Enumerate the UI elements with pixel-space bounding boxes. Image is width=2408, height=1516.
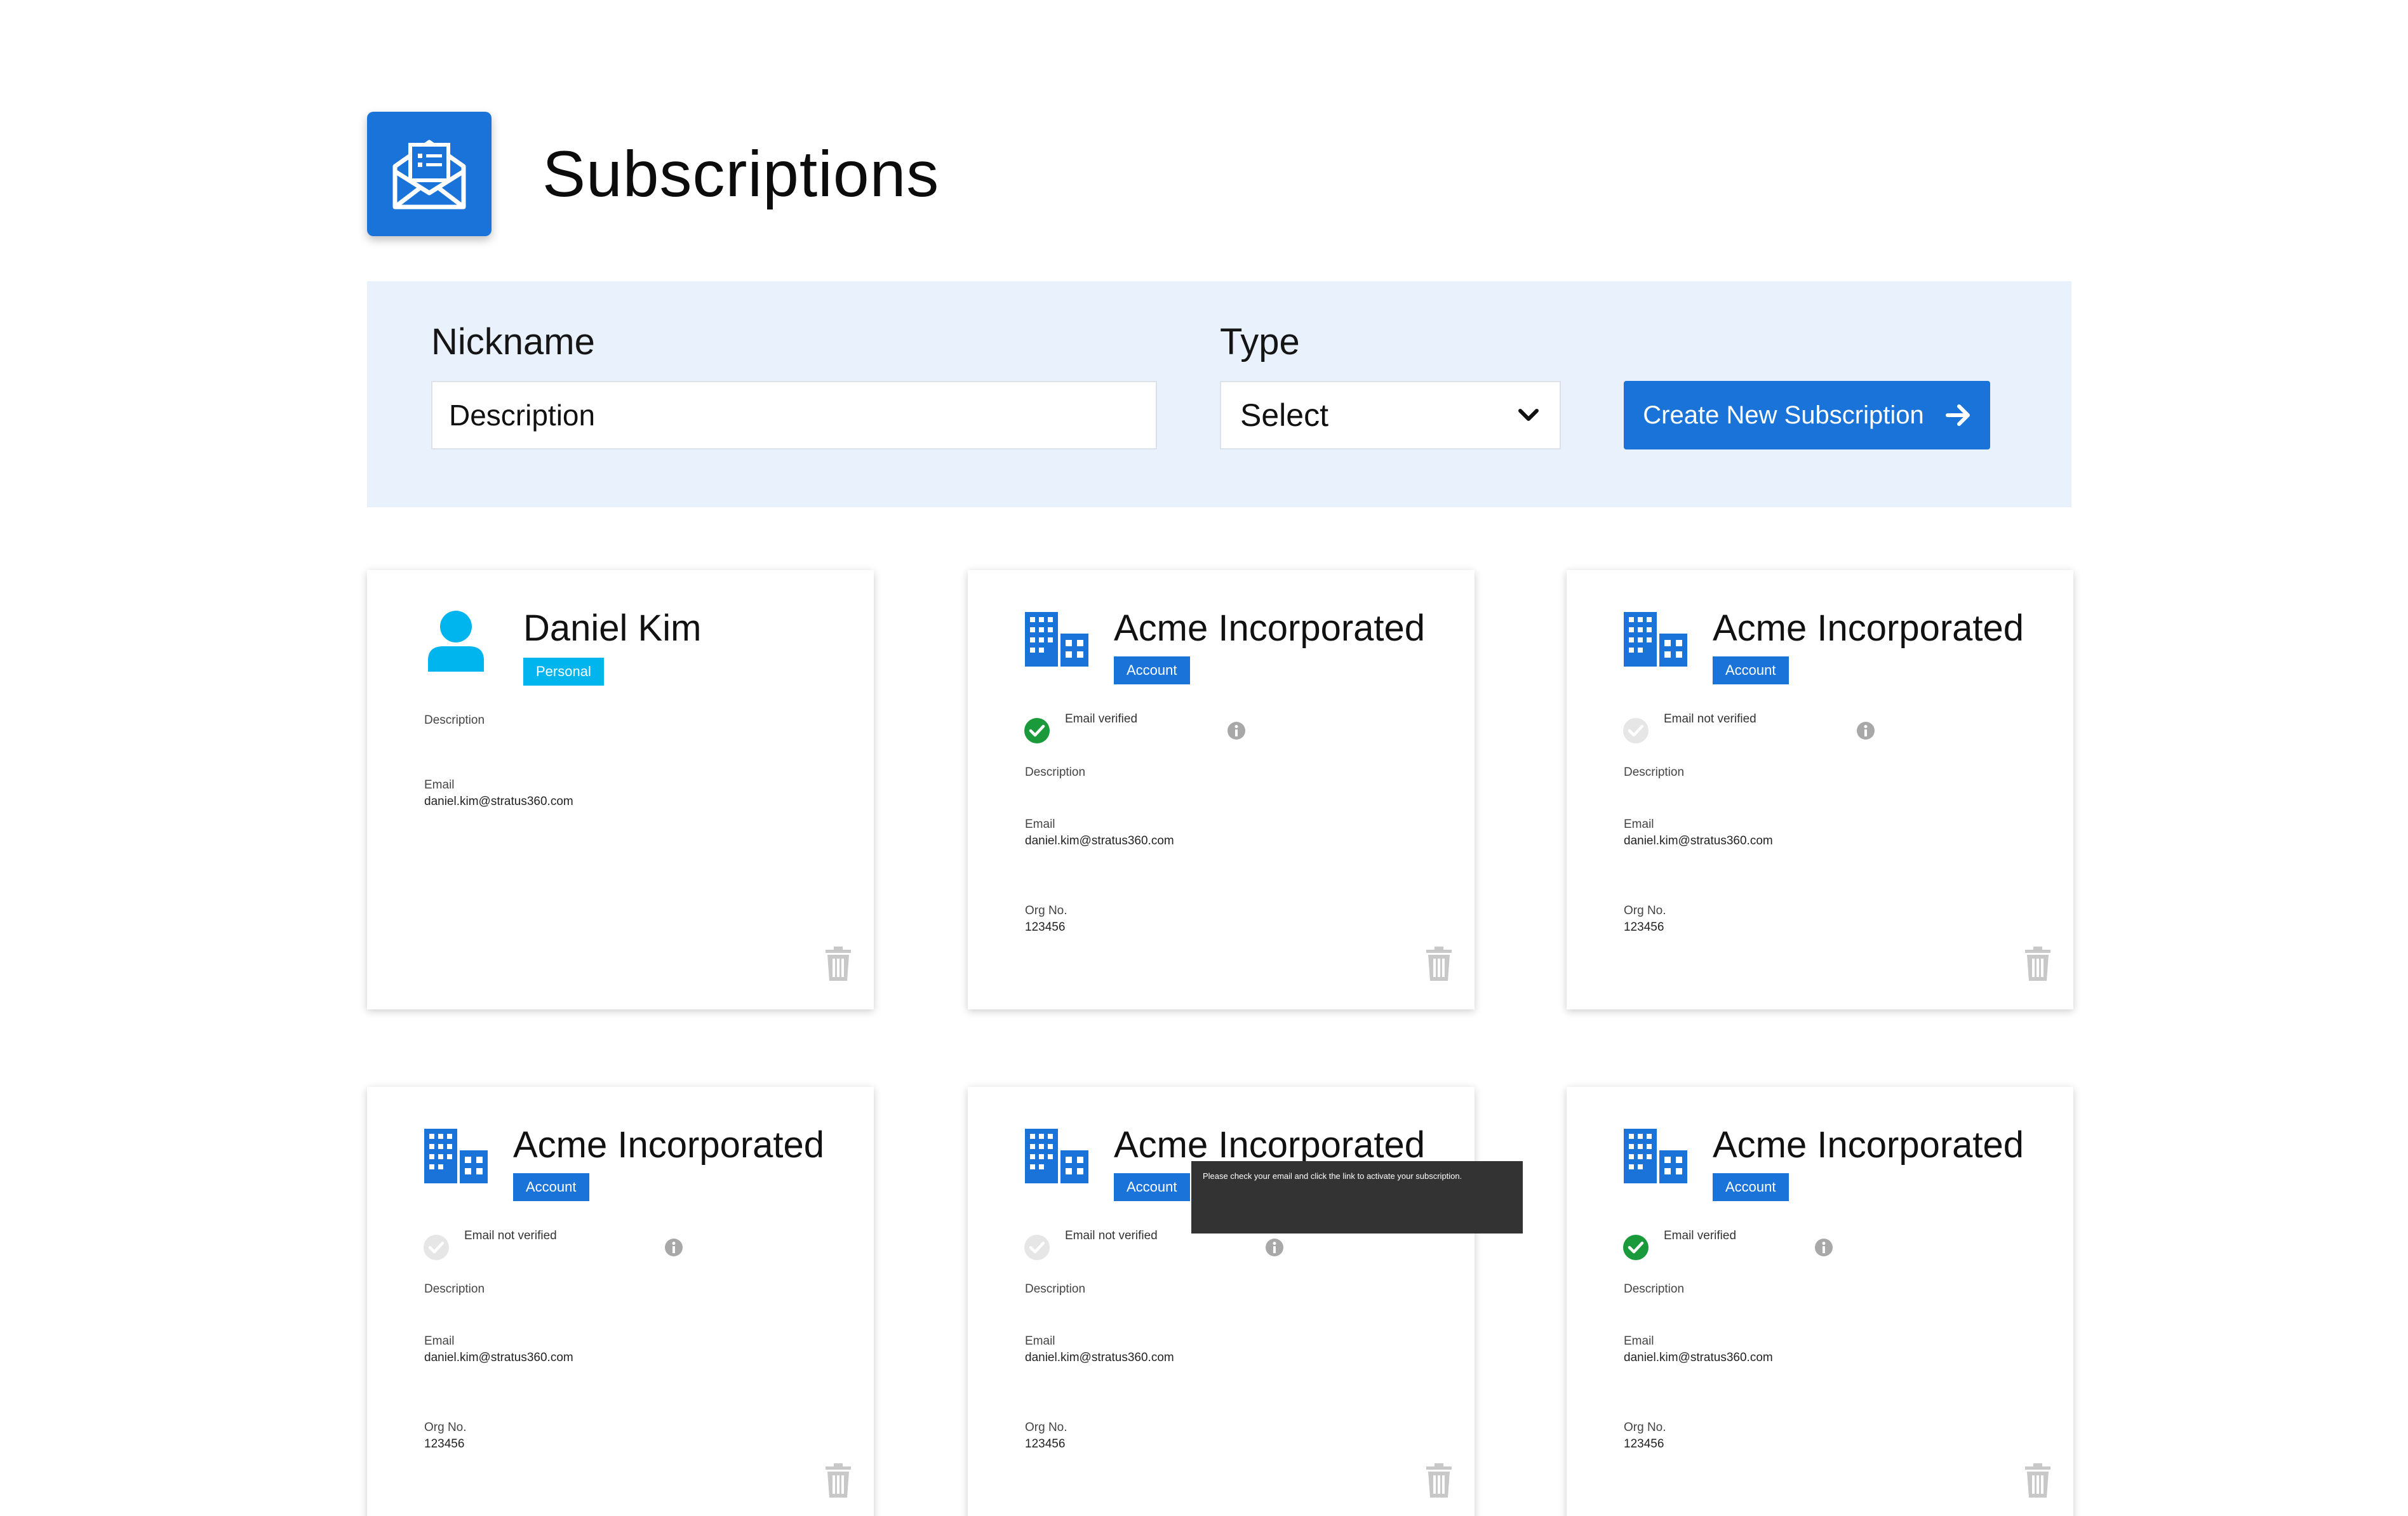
nickname-label: Nickname (431, 321, 595, 362)
type-select[interactable]: Select (1220, 381, 1561, 449)
building-icon (1025, 612, 1088, 667)
verification-status: Email not verified (464, 1229, 557, 1242)
info-icon[interactable] (1856, 721, 1875, 740)
badge-account: Account (1114, 1173, 1190, 1201)
type-select-value: Select (1240, 397, 1328, 433)
card-email-label: Email (1624, 1334, 1654, 1348)
trash-icon[interactable] (824, 946, 852, 981)
card-email-label: Email (424, 778, 455, 792)
card-title: Acme Incorporated (1713, 1124, 2024, 1166)
card-title: Daniel Kim (523, 608, 702, 649)
info-icon[interactable] (1265, 1238, 1284, 1257)
card-title: Acme Incorporated (1114, 608, 1426, 649)
card-title: Acme Incorporated (1713, 608, 2024, 649)
arrow-right-icon (1945, 404, 1970, 426)
check-circle-outline-icon (1024, 1235, 1050, 1260)
nickname-input[interactable] (431, 381, 1157, 449)
card-email-label: Email (1025, 1334, 1055, 1348)
subscription-form: Nickname Type Select Create New Subscrip… (367, 281, 2071, 507)
card-description: Description (1624, 766, 1685, 779)
badge-account: Account (1114, 656, 1190, 684)
subscription-card-account[interactable]: Acme Incorporated Account Email verified… (968, 570, 1475, 1009)
tooltip-text: Please check your email and click the li… (1203, 1171, 1462, 1181)
building-icon (1624, 612, 1687, 667)
card-org-label: Org No. (1025, 904, 1067, 917)
card-org-label: Org No. (1624, 1421, 1666, 1434)
verification-tooltip: Please check your email and click the li… (1191, 1161, 1523, 1233)
card-email: daniel.kim@stratus360.com (1624, 834, 1773, 848)
card-org-label: Org No. (1025, 1421, 1067, 1434)
subscription-card-personal[interactable]: Daniel Kim Personal Description Email da… (367, 570, 874, 1009)
card-email-label: Email (424, 1334, 455, 1348)
check-circle-outline-icon (424, 1235, 449, 1260)
create-subscription-label: Create New Subscription (1643, 401, 1924, 429)
building-icon (1025, 1129, 1088, 1183)
page-header: Subscriptions (367, 112, 939, 236)
verification-status: Email verified (1065, 712, 1138, 726)
verification-status: Email verified (1664, 1229, 1737, 1242)
info-icon[interactable] (1227, 721, 1246, 740)
type-label: Type (1220, 321, 1300, 362)
card-description: Description (424, 714, 485, 727)
person-icon (428, 611, 484, 672)
card-email: daniel.kim@stratus360.com (1025, 1351, 1174, 1364)
trash-icon[interactable] (824, 1463, 852, 1498)
trash-icon[interactable] (2024, 1463, 2052, 1498)
verification-status: Email not verified (1065, 1229, 1158, 1242)
info-icon[interactable] (664, 1238, 683, 1257)
subscription-card-account[interactable]: Acme Incorporated Account Email not veri… (968, 1087, 1475, 1516)
check-circle-outline-icon (1623, 718, 1649, 743)
badge-account: Account (1713, 1173, 1789, 1201)
card-email: daniel.kim@stratus360.com (1624, 1351, 1773, 1364)
card-org-number: 123456 (1624, 1437, 1664, 1451)
trash-icon[interactable] (1425, 1463, 1453, 1498)
card-title: Acme Incorporated (1114, 1124, 1426, 1166)
page-title: Subscriptions (542, 137, 940, 210)
envelope-open-icon (367, 112, 492, 236)
card-org-label: Org No. (424, 1421, 467, 1434)
card-org-label: Org No. (1624, 904, 1666, 917)
card-org-number: 123456 (424, 1437, 465, 1451)
check-circle-icon (1024, 718, 1050, 743)
card-org-number: 123456 (1025, 1437, 1066, 1451)
card-description: Description (1025, 1282, 1086, 1296)
subscription-card-account[interactable]: Acme Incorporated Account Email not veri… (1567, 570, 2073, 1009)
card-org-number: 123456 (1624, 921, 1664, 934)
badge-personal: Personal (523, 658, 604, 686)
card-email-label: Email (1624, 818, 1654, 831)
card-title: Acme Incorporated (513, 1124, 825, 1166)
card-description: Description (424, 1282, 485, 1296)
card-org-number: 123456 (1025, 921, 1066, 934)
card-description: Description (1025, 766, 1086, 779)
card-email: daniel.kim@stratus360.com (1025, 834, 1174, 848)
chevron-down-icon (1518, 409, 1539, 421)
card-description: Description (1624, 1282, 1685, 1296)
tooltip-arrow (1276, 1225, 1294, 1233)
create-subscription-button[interactable]: Create New Subscription (1624, 381, 1990, 449)
badge-account: Account (1713, 656, 1789, 684)
trash-icon[interactable] (2024, 946, 2052, 981)
subscription-card-account[interactable]: Acme Incorporated Account Email verified… (1567, 1087, 2073, 1516)
card-email-label: Email (1025, 818, 1055, 831)
badge-account: Account (513, 1173, 589, 1201)
building-icon (424, 1129, 488, 1183)
card-email: daniel.kim@stratus360.com (424, 1351, 573, 1364)
card-email: daniel.kim@stratus360.com (424, 795, 573, 808)
info-icon[interactable] (1814, 1238, 1833, 1257)
trash-icon[interactable] (1425, 946, 1453, 981)
building-icon (1624, 1129, 1687, 1183)
subscription-card-account[interactable]: Acme Incorporated Account Email not veri… (367, 1087, 874, 1516)
verification-status: Email not verified (1664, 712, 1756, 726)
check-circle-icon (1623, 1235, 1649, 1260)
